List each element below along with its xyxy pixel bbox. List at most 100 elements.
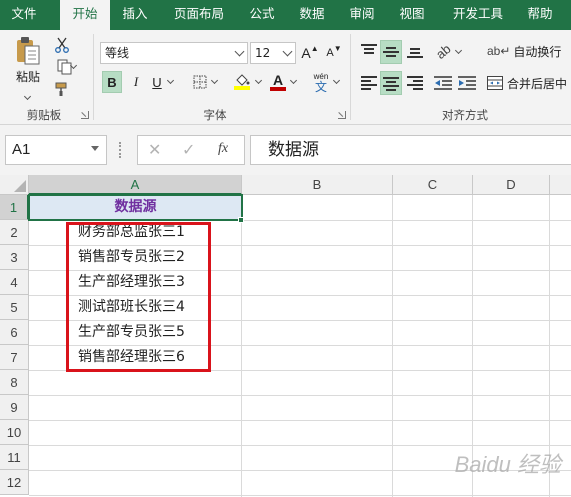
font-name-combo[interactable]: 等线: [100, 42, 248, 64]
font-color-dropdown-icon[interactable]: [289, 76, 298, 85]
format-painter-button[interactable]: [52, 80, 72, 98]
tab-review[interactable]: 审阅: [342, 0, 382, 30]
column-header-d[interactable]: D: [473, 175, 550, 195]
merge-center-button[interactable]: 合并后居中: [487, 72, 571, 94]
row-header[interactable]: 3: [0, 245, 29, 270]
row-header[interactable]: 7: [0, 345, 29, 370]
row-header[interactable]: 5: [0, 295, 29, 320]
paint-bucket-icon: [236, 74, 250, 86]
row-header[interactable]: 4: [0, 270, 29, 295]
align-top-button[interactable]: [358, 40, 380, 62]
tab-data[interactable]: 数据: [292, 0, 332, 30]
tab-file[interactable]: 文件: [0, 0, 48, 30]
name-box[interactable]: A1: [5, 135, 107, 165]
chevron-down-icon: [91, 146, 99, 151]
row-header[interactable]: 9: [0, 395, 29, 420]
worksheet-grid[interactable]: A B C D 1 2 3 4 5 6 7 8 9 10 11 12 数据源 财…: [0, 175, 571, 497]
alignment-group-label: 对齐方式: [442, 108, 488, 122]
fill-color-button[interactable]: [232, 71, 252, 93]
chevron-down-icon: [282, 46, 293, 57]
font-size-combo[interactable]: 12: [250, 42, 296, 64]
phonetic-guide-button[interactable]: wén 文: [310, 69, 332, 95]
tab-home[interactable]: 开始: [60, 0, 110, 32]
cell-a5[interactable]: 测试部班长张三4: [78, 295, 185, 320]
column-header-c[interactable]: C: [393, 175, 473, 195]
row-header[interactable]: 10: [0, 420, 29, 445]
enter-icon[interactable]: ✓: [182, 140, 195, 159]
formula-input[interactable]: 数据源: [250, 135, 571, 165]
column-header-e[interactable]: [550, 175, 571, 195]
phonetic-dropdown-icon[interactable]: [332, 76, 341, 85]
row-header[interactable]: 6: [0, 320, 29, 345]
tab-developer[interactable]: 开发工具: [444, 0, 512, 30]
insert-function-icon[interactable]: fx: [218, 141, 228, 157]
select-all-button[interactable]: [0, 175, 29, 195]
row-header[interactable]: 12: [0, 470, 29, 495]
font-name-value: 等线: [105, 46, 130, 60]
paste-dropdown-icon[interactable]: [23, 92, 32, 101]
cell-a6[interactable]: 生产部专员张三5: [78, 320, 185, 345]
group-divider: [350, 34, 351, 120]
increase-indent-button[interactable]: [456, 72, 478, 94]
align-right-button[interactable]: [404, 72, 426, 94]
bold-button[interactable]: B: [102, 71, 122, 93]
wrap-text-label: 自动换行: [513, 44, 562, 59]
orientation-dropdown-icon[interactable]: [454, 46, 463, 55]
borders-dropdown-icon[interactable]: [210, 76, 219, 85]
align-left-button[interactable]: [358, 72, 380, 94]
decrease-indent-icon: [434, 76, 452, 90]
cancel-icon[interactable]: ✕: [148, 140, 161, 159]
align-center-button[interactable]: [380, 71, 402, 95]
grow-font-icon: A: [301, 45, 311, 61]
tab-formulas[interactable]: 公式: [242, 0, 282, 30]
format-painter-icon: [55, 82, 67, 96]
font-launcher-icon[interactable]: [338, 111, 346, 119]
wrap-text-icon: ab↵: [487, 44, 511, 58]
cell-a2[interactable]: 财务部总监张三1: [78, 220, 185, 245]
fill-color-dropdown-icon[interactable]: [254, 76, 263, 85]
tab-help[interactable]: 帮助: [520, 0, 560, 30]
fill-color-swatch: [234, 86, 250, 90]
copy-button[interactable]: [52, 58, 78, 76]
formula-bar: A1 ✕ ✓ fx 数据源: [0, 125, 571, 175]
formula-bar-splitter[interactable]: [119, 142, 122, 158]
tab-view[interactable]: 视图: [392, 0, 432, 30]
borders-icon: [193, 75, 207, 89]
merge-center-label: 合并后居中: [507, 76, 568, 91]
row-header[interactable]: 1: [0, 195, 29, 220]
italic-button[interactable]: I: [126, 71, 146, 93]
cell-a1[interactable]: 数据源: [28, 194, 243, 221]
tab-insert[interactable]: 插入: [114, 0, 156, 30]
borders-button[interactable]: [190, 71, 210, 93]
cell-a3[interactable]: 销售部专员张三2: [78, 245, 185, 270]
shrink-font-button[interactable]: A ▼: [324, 42, 344, 64]
paste-button[interactable]: 粘贴: [10, 36, 46, 92]
orientation-button[interactable]: ab: [432, 40, 454, 62]
align-bottom-button[interactable]: [404, 40, 426, 62]
cell-a7[interactable]: 销售部经理张三6: [78, 345, 185, 370]
align-middle-button[interactable]: [380, 40, 402, 64]
arrow-down-icon: ▼: [333, 43, 342, 53]
wrap-text-button[interactable]: ab↵ 自动换行: [487, 40, 569, 62]
tab-page-layout[interactable]: 页面布局: [166, 0, 232, 30]
ribbon-home: 粘贴 剪贴板 等线 12 A ▲ A ▼ B I U A wén 文 字体 ab…: [0, 30, 571, 125]
chevron-down-icon: [234, 46, 245, 57]
cell-a4[interactable]: 生产部经理张三3: [78, 270, 185, 295]
column-header-a[interactable]: A: [29, 175, 242, 195]
paste-icon: [17, 37, 40, 65]
cut-button[interactable]: [52, 36, 72, 54]
row-header[interactable]: 8: [0, 370, 29, 395]
font-color-button[interactable]: A: [268, 71, 288, 93]
fill-handle[interactable]: [238, 217, 244, 223]
underline-dropdown-icon[interactable]: [166, 76, 175, 85]
group-divider: [93, 34, 94, 120]
shrink-font-icon: A: [326, 47, 334, 59]
row-header[interactable]: 2: [0, 220, 29, 245]
row-header[interactable]: 11: [0, 445, 29, 470]
grow-font-button[interactable]: A ▲: [300, 42, 320, 64]
column-header-b[interactable]: B: [242, 175, 393, 195]
clipboard-launcher-icon[interactable]: [81, 111, 89, 119]
underline-button[interactable]: U: [148, 71, 166, 93]
increase-indent-icon: [458, 76, 476, 90]
decrease-indent-button[interactable]: [432, 72, 454, 94]
